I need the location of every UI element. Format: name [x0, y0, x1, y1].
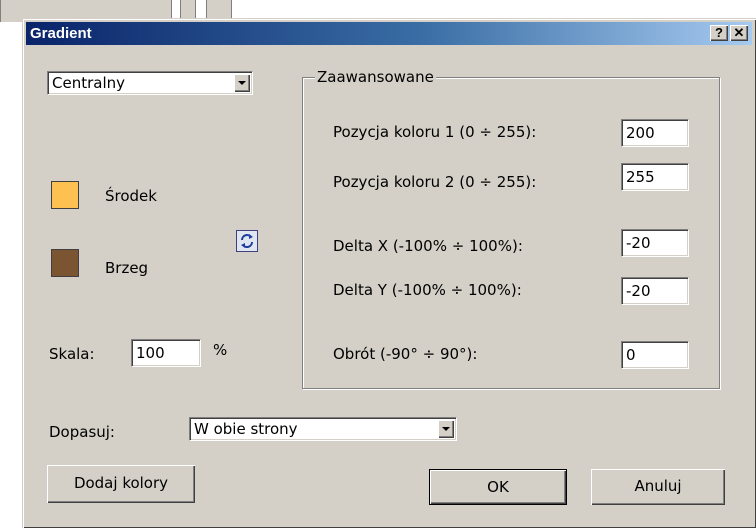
rotation-label: Obrót (-90° ÷ 90°):	[333, 345, 478, 363]
rotation-value: 0	[626, 346, 636, 364]
dialog-title: Gradient	[30, 25, 92, 42]
rotation-input[interactable]: 0	[621, 341, 689, 369]
advanced-legend: Zaawansowane	[315, 68, 436, 86]
chevron-down-icon[interactable]	[234, 74, 250, 92]
scale-unit: %	[213, 341, 228, 359]
fit-select[interactable]: W obie strony	[189, 417, 457, 441]
color1-position-value: 200	[626, 124, 655, 142]
scale-value: 100	[136, 344, 165, 362]
add-colors-button[interactable]: Dodaj kolory	[47, 465, 195, 503]
title-bar: Gradient ? ✕	[26, 22, 752, 45]
edge-color-label: Brzeg	[105, 259, 149, 277]
ok-button[interactable]: OK	[429, 469, 567, 505]
delta-y-input[interactable]: -20	[621, 277, 689, 305]
color2-position-value: 255	[626, 168, 655, 186]
gradient-dialog: Gradient ? ✕ Centralny Środek Brzeg Skal…	[22, 18, 756, 528]
gradient-type-value: Centralny	[52, 74, 126, 92]
delta-x-label: Delta X (-100% ÷ 100%):	[333, 237, 523, 255]
delta-y-value: -20	[626, 282, 651, 300]
delta-x-input[interactable]: -20	[621, 229, 689, 257]
cancel-button[interactable]: Anuluj	[591, 469, 725, 505]
swap-colors-icon[interactable]	[236, 230, 258, 252]
scale-label: Skala:	[49, 345, 95, 363]
delta-x-value: -20	[626, 234, 651, 252]
color1-position-label: Pozycja koloru 1 (0 ÷ 255):	[333, 123, 537, 141]
fit-label: Dopasuj:	[49, 423, 115, 441]
color2-position-input[interactable]: 255	[621, 163, 689, 191]
gradient-type-select[interactable]: Centralny	[47, 71, 253, 95]
edge-color-swatch[interactable]	[51, 249, 79, 277]
center-color-swatch[interactable]	[51, 181, 79, 209]
delta-y-label: Delta Y (-100% ÷ 100%):	[333, 281, 522, 299]
color2-position-label: Pozycja koloru 2 (0 ÷ 255):	[333, 173, 537, 191]
fit-value: W obie strony	[194, 420, 298, 438]
help-button[interactable]: ?	[710, 25, 728, 41]
chevron-down-icon[interactable]	[438, 420, 454, 438]
color1-position-input[interactable]: 200	[621, 119, 689, 147]
close-button[interactable]: ✕	[730, 25, 748, 41]
scale-input[interactable]: 100	[131, 339, 201, 367]
center-color-label: Środek	[105, 187, 157, 205]
